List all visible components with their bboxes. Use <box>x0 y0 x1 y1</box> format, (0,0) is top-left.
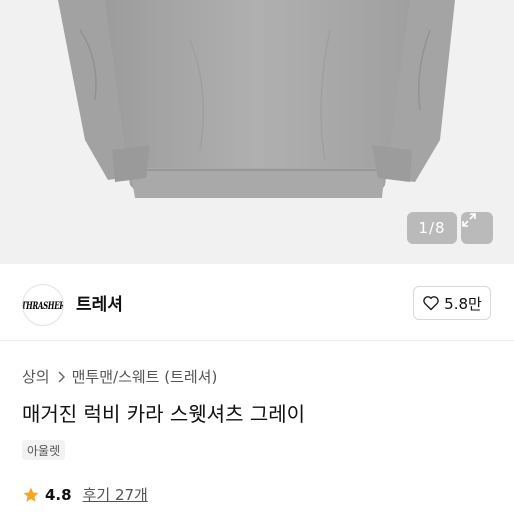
brand-row: THRASHER 트레셔 5.8만 <box>0 264 514 341</box>
brand-logo[interactable]: THRASHER <box>22 284 64 326</box>
expand-icon <box>462 213 476 227</box>
heart-icon <box>423 296 439 311</box>
review-count-link[interactable]: 후기 27개 <box>83 484 148 505</box>
brand-name[interactable]: 트레셔 <box>76 290 123 315</box>
product-title: 매거진 럭비 카라 스웻셔츠 그레이 <box>22 402 306 426</box>
rating-value: 4.8 <box>45 485 72 504</box>
like-button[interactable]: 5.8만 <box>413 286 491 320</box>
breadcrumb: 상의 맨투맨/스웨트 (트레셔) <box>22 366 217 387</box>
star-icon <box>23 487 39 502</box>
breadcrumb-item-category[interactable]: 상의 <box>22 366 50 387</box>
image-pager: 1/8 <box>407 212 457 244</box>
product-image[interactable]: 1/8 <box>0 0 514 264</box>
brand-logo-text: THRASHER <box>22 298 64 312</box>
expand-button[interactable] <box>461 212 493 244</box>
rating-row: 4.8 후기 27개 <box>22 484 148 505</box>
outlet-tag: 아울렛 <box>22 440 66 460</box>
like-count: 5.8만 <box>444 294 482 313</box>
chevron-right-icon <box>58 371 65 382</box>
breadcrumb-item-subcategory[interactable]: 맨투맨/스웨트 (트레셔) <box>72 366 218 387</box>
